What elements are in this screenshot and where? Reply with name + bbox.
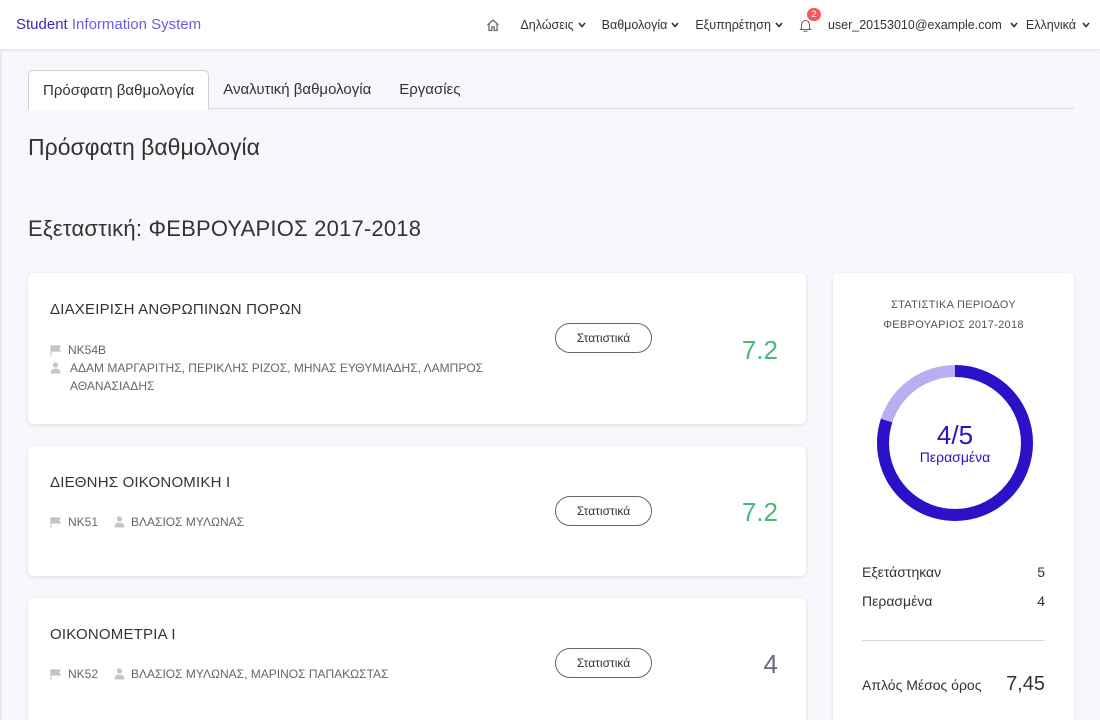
brand-logo[interactable]: Student Information System xyxy=(16,16,201,33)
user-icon xyxy=(50,362,61,374)
statistics-button[interactable]: Στατιστικά xyxy=(555,323,652,353)
course-code: ΝΚ54Β xyxy=(68,343,107,357)
examined-value: 5 xyxy=(1037,564,1045,580)
course-code: ΝΚ51 xyxy=(68,515,99,529)
nav-declarations[interactable]: Δηλώσεις xyxy=(520,18,586,32)
average-label: Απλός Μέσος όρος xyxy=(862,677,982,693)
grades-tabs: Πρόσφατη βαθμολογία Αναλυτική βαθμολογία… xyxy=(28,70,1074,110)
stats-heading-line2: ΦΕΒΡΟΥΑΡΙΟΣ 2017-2018 xyxy=(883,319,1024,331)
brand-part2: Information System xyxy=(71,16,202,33)
period-stats-panel: ΣΤΑΤΙΣΤΙΚΑ ΠΕΡΙΟΔΟΥ ΦΕΒΡΟΥΑΡΙΟΣ 2017-201… xyxy=(833,273,1074,720)
stat-row-passed: Περασμένα 4 xyxy=(862,593,1045,609)
course-instructors: ΒΛΑΣΙΟΣ ΜΥΛΩΝΑΣ, ΜΑΡΙΝΟΣ ΠΑΠΑΚΩΣΤΑΣ xyxy=(131,667,389,681)
course-instructors: ΑΔΑΜ ΜΑΡΓΑΡΙΤΗΣ, ΠΕΡΙΚΛΗΣ ΡΙΖΟΣ, ΜΗΝΑΣ Ε… xyxy=(70,361,484,393)
course-grade: 4 xyxy=(763,649,778,679)
nav-grades-label: Βαθμολογία xyxy=(601,18,668,32)
passed-label: Περασμένα xyxy=(862,593,933,609)
nav-declarations-label: Δηλώσεις xyxy=(520,18,574,32)
home-icon[interactable] xyxy=(486,18,500,32)
statistics-button[interactable]: Στατιστικά xyxy=(555,648,652,678)
language-menu[interactable]: Ελληνικά xyxy=(1026,18,1090,32)
nav-menu: Δηλώσεις Βαθμολογία Εξυπηρέτηση 2 user_2… xyxy=(486,0,1090,50)
course-code-row: ΝΚ51 ΒΛΑΣΙΟΣ ΜΥΛΩΝΑΣ xyxy=(50,513,244,531)
course-meta: ΝΚ54Β ΑΔΑΜ ΜΑΡΓΑΡΙΤΗΣ, ΠΕΡΙΚΛΗΣ ΡΙΖΟΣ, Μ… xyxy=(50,341,520,395)
course-card: ΟΙΚΟΝΟΜΕΤΡΙΑ Ι ΝΚ52 ΒΛΑΣΙΟΣ ΜΥΛΩΝΑΣ, ΜΑΡ… xyxy=(28,598,806,720)
stat-row-examined: Εξετάστηκαν 5 xyxy=(862,564,1045,580)
tab-assignments[interactable]: Εργασίες xyxy=(385,70,474,109)
passed-ratio: 4/5 xyxy=(936,420,974,450)
language-label: Ελληνικά xyxy=(1025,18,1076,32)
course-name: ΟΙΚΟΝΟΜΕΤΡΙΑ Ι xyxy=(50,626,176,643)
passed-ratio-label: Περασμένα xyxy=(919,449,991,465)
stats-divider xyxy=(862,640,1045,641)
flag-icon xyxy=(50,345,61,355)
stats-heading: ΣΤΑΤΙΣΤΙΚΑ ΠΕΡΙΟΔΟΥ ΦΕΒΡΟΥΑΡΙΟΣ 2017-201… xyxy=(833,295,1074,335)
top-navbar: Student Information System Δηλώσεις Βαθμ… xyxy=(0,0,1100,50)
course-name: ΔΙΑΧΕΙΡΙΣΗ ΑΝΘΡΩΠΙΝΩΝ ΠΟΡΩΝ xyxy=(50,301,302,318)
notification-badge: 2 xyxy=(806,8,821,21)
course-grade: 7.2 xyxy=(741,335,778,365)
exam-period-title: Εξεταστική: ΦΕΒΡΟΥΑΡΙΟΣ 2017-2018 xyxy=(28,216,422,241)
brand-part1: Student xyxy=(16,16,68,33)
notifications-button[interactable]: 2 xyxy=(799,8,821,32)
stat-row-average: Απλός Μέσος όρος 7,45 xyxy=(862,673,1045,696)
course-code-row: ΝΚ52 ΒΛΑΣΙΟΣ ΜΥΛΩΝΑΣ, ΜΑΡΙΝΟΣ ΠΑΠΑΚΩΣΤΑΣ xyxy=(50,665,388,683)
course-instructors-row: ΑΔΑΜ ΜΑΡΓΑΡΙΤΗΣ, ΠΕΡΙΚΛΗΣ ΡΙΖΟΣ, ΜΗΝΑΣ Ε… xyxy=(50,359,520,395)
examined-label: Εξετάστηκαν xyxy=(862,564,942,580)
chevron-down-icon xyxy=(775,22,783,28)
nav-service[interactable]: Εξυπηρέτηση xyxy=(695,18,783,32)
average-value: 7,45 xyxy=(1006,673,1045,695)
course-meta: ΝΚ51 ΒΛΑΣΙΟΣ ΜΥΛΩΝΑΣ xyxy=(50,513,244,531)
passed-value: 4 xyxy=(1037,593,1045,609)
user-menu[interactable]: user_20153010@example.com xyxy=(828,18,1018,32)
nav-service-label: Εξυπηρέτηση xyxy=(695,18,771,32)
course-card: ΔΙΕΘΝΗΣ ΟΙΚΟΝΟΜΙΚΗ Ι ΝΚ51 ΒΛΑΣΙΟΣ ΜΥΛΩΝΑ… xyxy=(28,446,806,576)
course-code-row: ΝΚ54Β xyxy=(50,341,520,359)
course-grade: 7.2 xyxy=(741,497,778,527)
donut-label: 4/5 Περασμένα xyxy=(873,361,1037,525)
user-icon xyxy=(114,668,125,680)
chevron-down-icon xyxy=(1082,22,1090,28)
course-code: ΝΚ52 xyxy=(68,667,99,681)
flag-icon xyxy=(50,669,61,679)
tab-recent-grades[interactable]: Πρόσφατη βαθμολογία xyxy=(28,70,210,110)
tab-detailed-grades[interactable]: Αναλυτική βαθμολογία xyxy=(209,70,385,109)
nav-grades[interactable]: Βαθμολογία xyxy=(602,18,680,32)
course-card: ΔΙΑΧΕΙΡΙΣΗ ΑΝΘΡΩΠΙΝΩΝ ΠΟΡΩΝ ΝΚ54Β ΑΔΑΜ Μ… xyxy=(28,273,806,424)
stats-heading-line1: ΣΤΑΤΙΣΤΙΚΑ ΠΕΡΙΟΔΟΥ xyxy=(890,299,1017,311)
user-icon xyxy=(114,516,125,528)
course-meta: ΝΚ52 ΒΛΑΣΙΟΣ ΜΥΛΩΝΑΣ, ΜΑΡΙΝΟΣ ΠΑΠΑΚΩΣΤΑΣ xyxy=(50,665,388,683)
course-instructors: ΒΛΑΣΙΟΣ ΜΥΛΩΝΑΣ xyxy=(131,515,245,529)
flag-icon xyxy=(50,517,61,527)
chevron-down-icon xyxy=(1010,22,1018,28)
statistics-button[interactable]: Στατιστικά xyxy=(555,496,652,526)
chevron-down-icon xyxy=(578,22,586,28)
left-border xyxy=(0,50,2,720)
chevron-down-icon xyxy=(671,22,679,28)
user-email: user_20153010@example.com xyxy=(827,18,1002,32)
page-title: Πρόσφατη βαθμολογία xyxy=(28,134,260,160)
course-name: ΔΙΕΘΝΗΣ ΟΙΚΟΝΟΜΙΚΗ Ι xyxy=(50,474,231,491)
